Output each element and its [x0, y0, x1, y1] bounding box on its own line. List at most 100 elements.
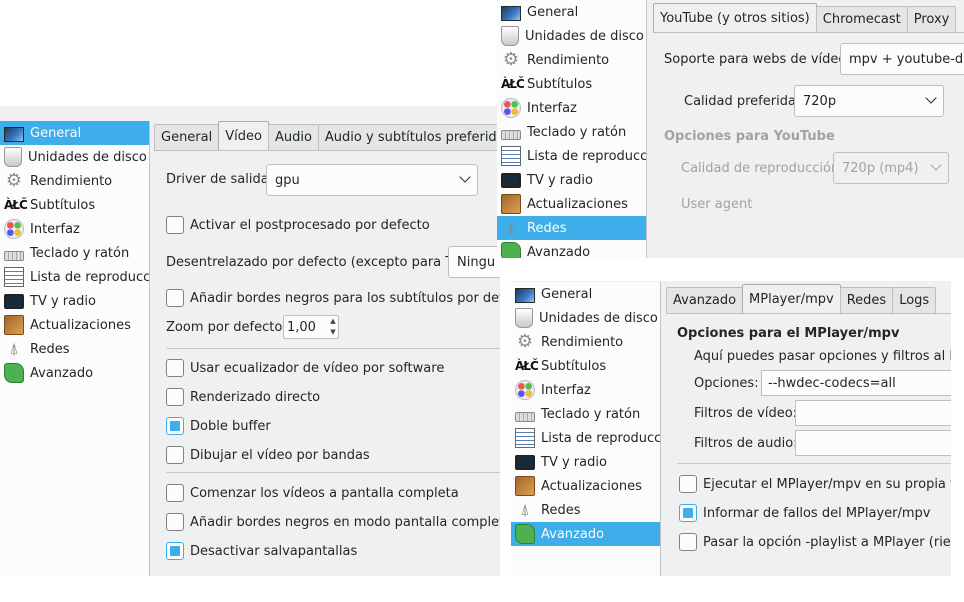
- black-borders-fs-checkbox[interactable]: [166, 513, 184, 531]
- sidebar-item-performance[interactable]: ⚙ Rendimiento: [511, 330, 660, 354]
- run-own-window-checkbox[interactable]: [679, 475, 697, 493]
- video-filters-field[interactable]: [795, 400, 951, 426]
- sidebar-item-subtitles[interactable]: ÀŁČ Subtítulos: [511, 354, 660, 378]
- spin-arrows-icon[interactable]: ▲ ▼: [328, 316, 338, 338]
- sidebar-item-playlist[interactable]: Lista de reproduccio: [497, 144, 646, 168]
- sidebar-item-playlist[interactable]: Lista de reproduccio: [511, 426, 660, 450]
- run-own-window-row[interactable]: Ejecutar el MPlayer/mpv en su propia ven…: [679, 475, 951, 493]
- tab-audio-subtitles[interactable]: Audio y subtítulos preferidos: [317, 124, 500, 150]
- sidebar-item-updates[interactable]: Actualizaciones: [511, 474, 660, 498]
- draw-slices-row[interactable]: Dibujar el vídeo por bandas: [166, 446, 370, 464]
- sidebar-item-interface[interactable]: Interfaz: [511, 378, 660, 402]
- playlist-option-checkbox[interactable]: [679, 533, 697, 551]
- sidebar-item-keyboard[interactable]: Teclado y ratón: [497, 120, 646, 144]
- direct-render-row[interactable]: Renderizado directo: [166, 388, 320, 406]
- sidebar-item-interface[interactable]: Interfaz: [0, 217, 149, 241]
- subtitles-icon: ÀŁČ: [501, 77, 525, 91]
- playlist-icon: [515, 428, 535, 448]
- updates-icon: [515, 476, 535, 496]
- sidebar-item-interface[interactable]: Interfaz: [497, 96, 646, 120]
- chevron-down-icon: [459, 171, 471, 183]
- sidebar-item-advanced[interactable]: Avanzado: [0, 361, 149, 385]
- sidebar-item-disk-drives[interactable]: Unidades de disco: [511, 306, 660, 330]
- sidebar-item-general[interactable]: General: [0, 121, 149, 145]
- sidebar-item-advanced[interactable]: Avanzado: [497, 240, 646, 258]
- tab-video[interactable]: Vídeo: [218, 121, 269, 150]
- tab-advanced[interactable]: Avanzado: [666, 287, 744, 313]
- tab-chromecast[interactable]: Chromecast: [815, 6, 908, 32]
- report-errors-checkbox[interactable]: [679, 504, 697, 522]
- sidebar-item-disk-drives[interactable]: Unidades de disco: [497, 24, 646, 48]
- separator: [677, 463, 951, 464]
- tab-logs[interactable]: Logs: [892, 287, 937, 313]
- sidebar-item-performance[interactable]: ⚙ Rendimiento: [497, 48, 646, 72]
- sw-equalizer-row[interactable]: Usar ecualizador de vídeo por software: [166, 359, 444, 377]
- sidebar-item-subtitles[interactable]: ÀŁČ Subtítulos: [0, 193, 149, 217]
- playlist-option-row[interactable]: Pasar la opción -playlist a MPlayer (rie…: [679, 533, 951, 551]
- tab-general[interactable]: General: [154, 124, 220, 150]
- deinterlace-label: Desentrelazado por defecto (excepto para…: [166, 255, 472, 270]
- sidebar-advanced: General Unidades de disco ⚙ Rendimiento À…: [511, 282, 661, 576]
- sidebar-item-network[interactable]: ⍋ Redes: [511, 498, 660, 522]
- preferred-quality-label: Calidad preferida:: [684, 94, 801, 109]
- tab-mplayer-mpv[interactable]: MPlayer/mpv: [742, 284, 841, 313]
- sidebar-item-network[interactable]: ⍋ Redes: [497, 216, 646, 240]
- gear-icon: ⚙: [502, 49, 520, 70]
- youtube-options-section: Opciones para YouTube: [664, 129, 835, 144]
- updates-icon: [501, 194, 521, 214]
- deinterlace-select[interactable]: Ningu: [448, 246, 500, 278]
- sidebar-item-updates[interactable]: Actualizaciones: [0, 313, 149, 337]
- sw-equalizer-checkbox[interactable]: [166, 359, 184, 377]
- start-fullscreen-row[interactable]: Comenzar los vídeos a pantalla completa: [166, 484, 459, 502]
- sidebar-item-general[interactable]: General: [511, 282, 660, 306]
- tab-youtube[interactable]: YouTube (y otros sitios): [653, 3, 817, 32]
- puzzle-icon: [515, 524, 535, 544]
- disable-screensaver-checkbox[interactable]: [166, 542, 184, 560]
- direct-render-checkbox[interactable]: [166, 388, 184, 406]
- sidebar-item-tv[interactable]: TV y radio: [0, 289, 149, 313]
- playback-quality-select[interactable]: 720p (mp4): [833, 152, 949, 184]
- double-buffer-checkbox[interactable]: [166, 417, 184, 435]
- sidebar-item-keyboard[interactable]: Teclado y ratón: [511, 402, 660, 426]
- puzzle-icon: [4, 363, 24, 383]
- black-borders-fs-row[interactable]: Añadir bordes negros en modo pantalla co…: [166, 513, 500, 531]
- sidebar-item-keyboard[interactable]: Teclado y ratón: [0, 241, 149, 265]
- sidebar-item-advanced[interactable]: Avanzado: [511, 522, 660, 546]
- tab-proxy[interactable]: Proxy: [906, 6, 957, 32]
- video-settings-panel: General Unidades de disco ⚙ Rendimiento À…: [0, 106, 500, 576]
- tab-networks[interactable]: Redes: [839, 287, 894, 313]
- options-field[interactable]: --hwdec-codecs=all: [761, 370, 951, 396]
- audio-filters-field[interactable]: [795, 430, 951, 456]
- black-borders-subs-row[interactable]: Añadir bordes negros para los subtítulos…: [166, 289, 500, 307]
- disable-screensaver-row[interactable]: Desactivar salvapantallas: [166, 542, 357, 560]
- zoom-spinbox[interactable]: 1,00 ▲ ▼: [283, 315, 339, 339]
- postprocess-checkbox-row[interactable]: Activar el postprocesado por defecto: [166, 216, 430, 234]
- report-errors-row[interactable]: Informar de fallos del MPlayer/mpv: [679, 504, 931, 522]
- double-buffer-row[interactable]: Doble buffer: [166, 417, 271, 435]
- sidebar-item-general[interactable]: General: [497, 0, 646, 24]
- puzzle-icon: [501, 242, 521, 258]
- postprocess-checkbox[interactable]: [166, 216, 184, 234]
- sidebar-item-updates[interactable]: Actualizaciones: [497, 192, 646, 216]
- output-driver-select[interactable]: gpu: [266, 164, 478, 196]
- draw-slices-checkbox[interactable]: [166, 446, 184, 464]
- user-agent-label: User agent: [681, 197, 753, 212]
- subtitles-icon: ÀŁČ: [4, 198, 28, 212]
- sidebar-network: General Unidades de disco ⚙ Rendimiento À…: [497, 0, 647, 258]
- palette-icon: [515, 380, 535, 400]
- sidebar-item-tv[interactable]: TV y radio: [511, 450, 660, 474]
- video-sites-support-select[interactable]: mpv + youtube-dl: [840, 43, 964, 75]
- sidebar-item-network[interactable]: ⍋ Redes: [0, 337, 149, 361]
- playback-quality-label: Calidad de reproducción: [681, 161, 840, 176]
- sidebar-item-disk-drives[interactable]: Unidades de disco: [0, 145, 149, 169]
- preferred-quality-select[interactable]: 720p: [794, 85, 944, 117]
- sidebar-item-subtitles[interactable]: ÀŁČ Subtítulos: [497, 72, 646, 96]
- general-icon: [515, 287, 535, 303]
- sidebar-item-tv[interactable]: TV y radio: [497, 168, 646, 192]
- start-fullscreen-checkbox[interactable]: [166, 484, 184, 502]
- tab-audio[interactable]: Audio: [267, 124, 319, 150]
- sidebar-item-performance[interactable]: ⚙ Rendimiento: [0, 169, 149, 193]
- gear-icon: ⚙: [5, 170, 23, 191]
- sidebar-item-playlist[interactable]: Lista de reproduccio: [0, 265, 149, 289]
- black-borders-subs-checkbox[interactable]: [166, 289, 184, 307]
